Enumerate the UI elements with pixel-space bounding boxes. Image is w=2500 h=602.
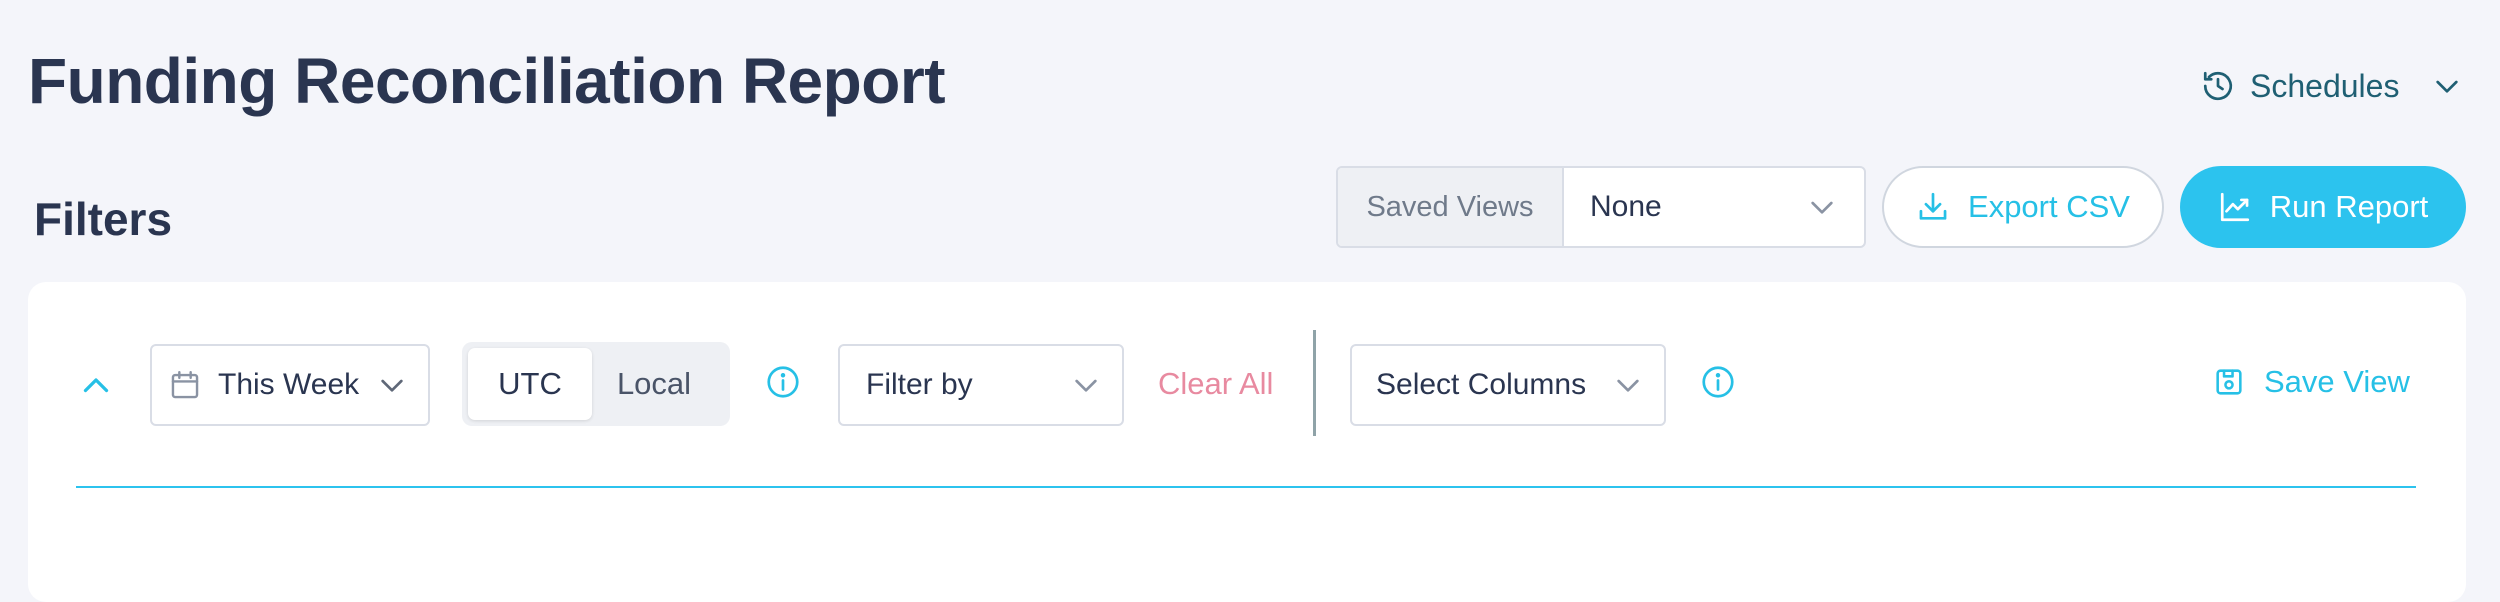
- schedules-dropdown[interactable]: Schedules: [2200, 60, 2463, 112]
- filters-panel: [28, 282, 2466, 602]
- history-clock-icon: [2200, 68, 2236, 104]
- filters-heading: Filters: [34, 193, 173, 245]
- chevron-up-icon: [78, 368, 114, 404]
- chevron-down-icon: [1806, 191, 1838, 223]
- line-chart-icon: [2218, 190, 2252, 224]
- timezone-option-local[interactable]: Local: [592, 348, 716, 420]
- download-icon: [1916, 190, 1950, 224]
- collapse-filters-toggle[interactable]: [72, 362, 120, 410]
- save-view-button[interactable]: Save View: [2212, 360, 2410, 404]
- export-csv-label: Export CSV: [1968, 189, 2130, 224]
- chevron-down-icon: [2431, 70, 2463, 102]
- save-disk-icon: [2212, 365, 2246, 399]
- timezone-option-utc[interactable]: UTC: [468, 348, 592, 420]
- date-range-select[interactable]: This Week: [150, 344, 430, 426]
- clear-all-link[interactable]: Clear All: [1158, 362, 1273, 406]
- select-columns-select[interactable]: Select Columns: [1350, 344, 1666, 426]
- info-circle-icon[interactable]: [763, 362, 803, 402]
- chevron-down-icon: [1612, 369, 1644, 401]
- saved-views-selector: Saved Views None: [1336, 166, 1866, 248]
- saved-views-label: Saved Views: [1338, 168, 1564, 246]
- filter-by-select[interactable]: Filter by: [838, 344, 1124, 426]
- chevron-down-icon: [1070, 369, 1102, 401]
- saved-views-select[interactable]: None: [1564, 168, 1864, 246]
- vertical-divider: [1313, 330, 1316, 436]
- saved-views-value: None: [1590, 190, 1662, 223]
- export-csv-button[interactable]: Export CSV: [1882, 166, 2164, 248]
- save-view-label: Save View: [2264, 364, 2410, 399]
- page-title: Funding Reconciliation Report: [28, 45, 946, 117]
- timezone-toggle: UTC Local: [462, 342, 730, 426]
- schedules-label: Schedules: [2250, 67, 2400, 104]
- info-circle-icon[interactable]: [1698, 362, 1738, 402]
- chevron-down-icon: [376, 369, 408, 401]
- run-report-label: Run Report: [2269, 189, 2429, 224]
- calendar-icon: [168, 368, 202, 402]
- run-report-button[interactable]: Run Report: [2180, 166, 2466, 248]
- filter-by-label: Filter by: [866, 368, 973, 401]
- date-range-value: This Week: [218, 368, 360, 401]
- filters-divider-line: [76, 486, 2416, 488]
- select-columns-label: Select Columns: [1376, 368, 1587, 401]
